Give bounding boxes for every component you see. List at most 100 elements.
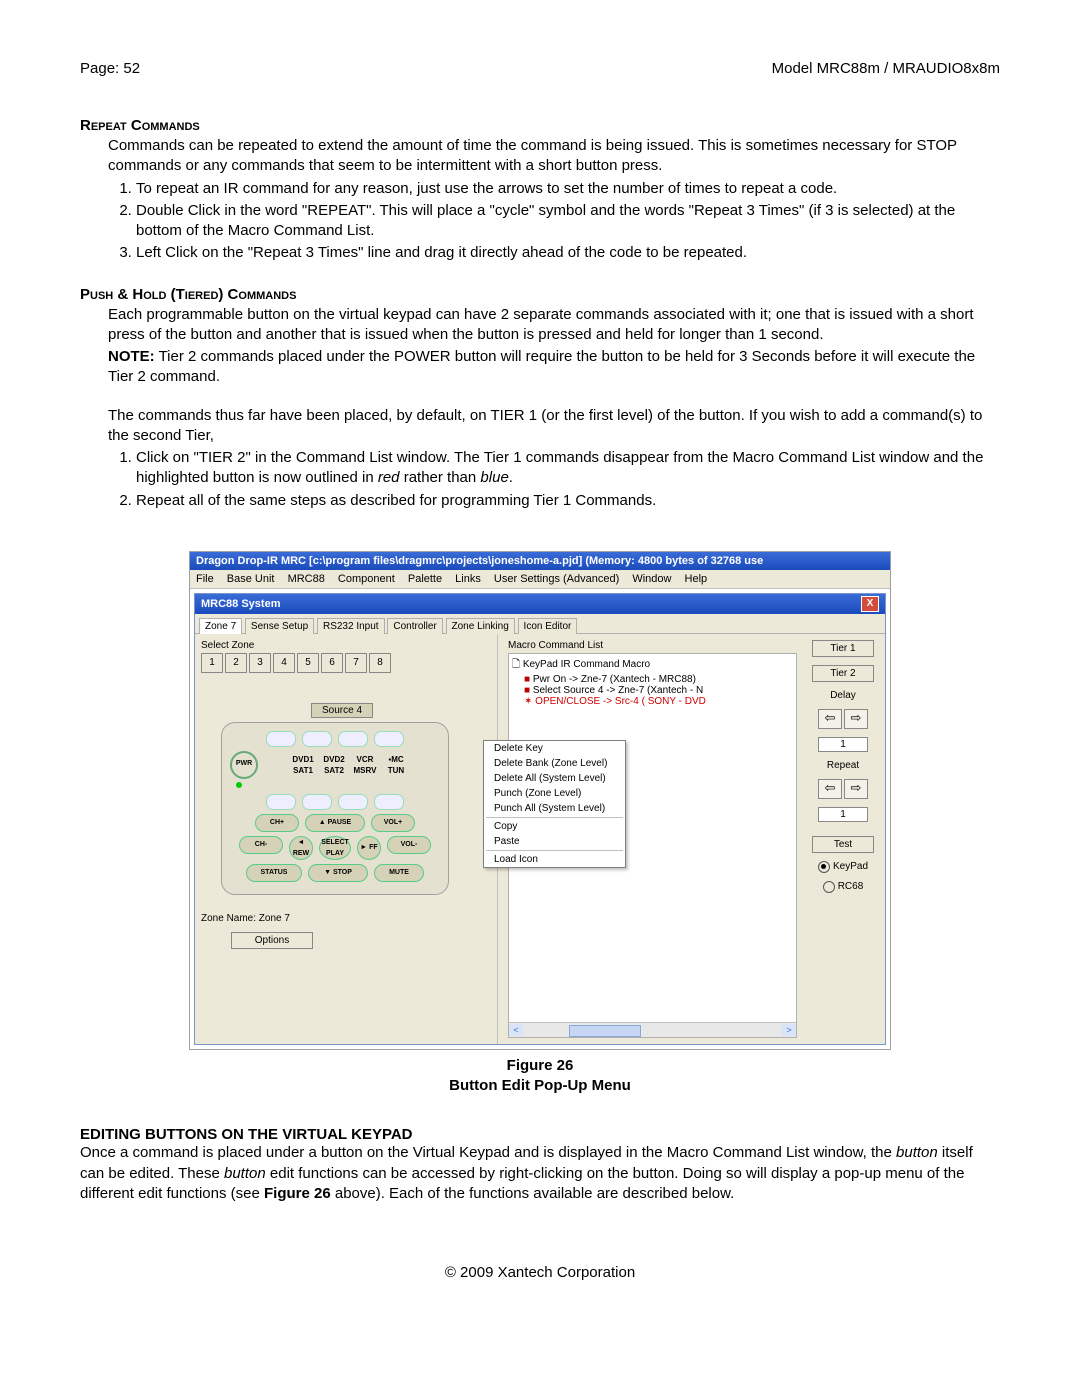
vol-up-button[interactable]: VOL+ bbox=[371, 814, 415, 832]
text: . bbox=[509, 469, 513, 486]
menu-baseunit[interactable]: Base Unit bbox=[227, 573, 275, 585]
menu-punch-zone[interactable]: Punch (Zone Level) bbox=[484, 786, 625, 801]
heading-editing-buttons: EDITING BUTTONS ON THE VIRTUAL KEYPAD bbox=[80, 1126, 1000, 1143]
tab-icon-editor[interactable]: Icon Editor bbox=[518, 618, 578, 634]
keypad-button[interactable] bbox=[302, 794, 332, 810]
ch-up-button[interactable]: CH+ bbox=[255, 814, 299, 832]
list-item: Double Click in the word "REPEAT". This … bbox=[136, 201, 1000, 242]
pwr-button[interactable]: PWR bbox=[230, 751, 258, 779]
zone-btn-7[interactable]: 7 bbox=[345, 653, 367, 673]
menu-usersettings[interactable]: User Settings (Advanced) bbox=[494, 573, 619, 585]
radio-keypad[interactable]: KeyPad bbox=[818, 861, 868, 873]
text-italic: button bbox=[224, 1165, 266, 1182]
zone-name-label: Zone Name: Zone 7 bbox=[201, 913, 491, 924]
delay-value[interactable]: 1 bbox=[818, 737, 868, 752]
kp-label: TUN bbox=[383, 766, 409, 775]
rew-button[interactable]: ◄ REW bbox=[289, 836, 313, 860]
menu-copy[interactable]: Copy bbox=[484, 819, 625, 834]
horizontal-scrollbar[interactable]: < > bbox=[509, 1022, 796, 1037]
heading-push-hold: Push & Hold (Tiered) Commands bbox=[80, 286, 1000, 303]
radio-label: RC68 bbox=[838, 881, 864, 892]
keypad-button[interactable] bbox=[266, 731, 296, 747]
menu-file[interactable]: File bbox=[196, 573, 214, 585]
stop-button[interactable]: ▼ STOP bbox=[308, 864, 368, 882]
ff-button[interactable]: ► FF bbox=[357, 836, 381, 860]
repeat-value[interactable]: 1 bbox=[818, 807, 868, 822]
tab-controller[interactable]: Controller bbox=[387, 618, 442, 634]
tier1-button[interactable]: Tier 1 bbox=[812, 640, 874, 657]
menu-paste[interactable]: Paste bbox=[484, 834, 625, 849]
play-button[interactable]: SELECT PLAY bbox=[319, 836, 351, 860]
menu-palette[interactable]: Palette bbox=[408, 573, 442, 585]
figure-title: Button Edit Pop-Up Menu bbox=[449, 1077, 631, 1094]
body-text: Each programmable button on the virtual … bbox=[108, 305, 1000, 346]
arrow-right-icon[interactable]: ⇨ bbox=[844, 709, 868, 729]
zone-btn-4[interactable]: 4 bbox=[273, 653, 295, 673]
window-title: Dragon Drop-IR MRC [c:\program files\dra… bbox=[190, 552, 890, 570]
zone-btn-8[interactable]: 8 bbox=[369, 653, 391, 673]
page-number: Page: 52 bbox=[80, 60, 140, 77]
keypad-button[interactable] bbox=[374, 731, 404, 747]
tab-zone7[interactable]: Zone 7 bbox=[199, 618, 242, 634]
macro-list-header: Macro Command List bbox=[508, 640, 797, 651]
list-item: Repeat all of the same steps as describe… bbox=[136, 491, 1000, 511]
zone-btn-2[interactable]: 2 bbox=[225, 653, 247, 673]
menu-punch-all[interactable]: Punch All (System Level) bbox=[484, 801, 625, 816]
tab-sense-setup[interactable]: Sense Setup bbox=[245, 618, 314, 634]
zone-btn-5[interactable]: 5 bbox=[297, 653, 319, 673]
zone-btn-1[interactable]: 1 bbox=[201, 653, 223, 673]
close-icon[interactable]: X bbox=[861, 596, 879, 612]
mute-button[interactable]: MUTE bbox=[374, 864, 424, 882]
scroll-thumb[interactable] bbox=[569, 1025, 641, 1037]
kp-label: DVD1 bbox=[290, 755, 316, 764]
text: rather than bbox=[400, 469, 481, 486]
menu-window[interactable]: Window bbox=[632, 573, 671, 585]
menu-links[interactable]: Links bbox=[455, 573, 481, 585]
zone-btn-3[interactable]: 3 bbox=[249, 653, 271, 673]
text: Click on "TIER 2" in the Command List wi… bbox=[136, 449, 983, 486]
menu-component[interactable]: Component bbox=[338, 573, 395, 585]
options-button[interactable]: Options bbox=[231, 932, 313, 949]
pause-button[interactable]: ▲ PAUSE bbox=[305, 814, 365, 832]
tab-zone-linking[interactable]: Zone Linking bbox=[446, 618, 515, 634]
vol-down-button[interactable]: VOL- bbox=[387, 836, 431, 854]
list-item: Click on "TIER 2" in the Command List wi… bbox=[136, 448, 1000, 489]
arrow-right-icon[interactable]: ⇨ bbox=[844, 779, 868, 799]
keypad-button[interactable] bbox=[374, 794, 404, 810]
menu-mrc88[interactable]: MRC88 bbox=[288, 573, 325, 585]
keypad-button[interactable] bbox=[338, 794, 368, 810]
note-text: Tier 2 commands placed under the POWER b… bbox=[108, 348, 975, 385]
menu-load-icon[interactable]: Load Icon bbox=[484, 852, 625, 867]
copyright-footer: © 2009 Xantech Corporation bbox=[80, 1264, 1000, 1281]
ch-down-button[interactable]: CH- bbox=[239, 836, 283, 854]
menu-delete-key[interactable]: Delete Key bbox=[484, 741, 625, 756]
keypad-button[interactable] bbox=[338, 731, 368, 747]
tab-rs232[interactable]: RS232 Input bbox=[317, 618, 385, 634]
status-button[interactable]: STATUS bbox=[246, 864, 302, 882]
note-label: NOTE: bbox=[108, 348, 155, 365]
macro-line: Pwr On -> Zne-7 (Xantech - MRC88) bbox=[533, 674, 696, 685]
tier2-button[interactable]: Tier 2 bbox=[812, 665, 874, 682]
menubar[interactable]: File Base Unit MRC88 Component Palette L… bbox=[190, 570, 890, 589]
app-window: Dragon Drop-IR MRC [c:\program files\dra… bbox=[189, 551, 891, 1050]
scroll-right-icon[interactable]: > bbox=[782, 1024, 796, 1036]
kp-label: DVD2 bbox=[321, 755, 347, 764]
menu-delete-bank[interactable]: Delete Bank (Zone Level) bbox=[484, 756, 625, 771]
arrow-left-icon[interactable]: ⇦ bbox=[818, 779, 842, 799]
keypad-button[interactable] bbox=[302, 731, 332, 747]
scroll-left-icon[interactable]: < bbox=[509, 1024, 523, 1036]
radio-rc68[interactable]: RC68 bbox=[823, 881, 864, 893]
zone-btn-6[interactable]: 6 bbox=[321, 653, 343, 673]
keypad-button[interactable] bbox=[266, 794, 296, 810]
select-zone-label: Select Zone bbox=[201, 640, 491, 651]
arrow-left-icon[interactable]: ⇦ bbox=[818, 709, 842, 729]
text-italic: button bbox=[896, 1144, 938, 1161]
inner-window: MRC88 System X Zone 7 Sense Setup RS232 … bbox=[194, 593, 886, 1045]
menu-delete-all[interactable]: Delete All (System Level) bbox=[484, 771, 625, 786]
inner-title: MRC88 System bbox=[201, 598, 280, 610]
source-button[interactable]: Source 4 bbox=[311, 703, 373, 718]
macro-line: KeyPad IR Command Macro bbox=[523, 659, 650, 670]
menu-help[interactable]: Help bbox=[685, 573, 708, 585]
test-button[interactable]: Test bbox=[812, 836, 874, 853]
figure-number: Figure 26 bbox=[507, 1057, 574, 1074]
